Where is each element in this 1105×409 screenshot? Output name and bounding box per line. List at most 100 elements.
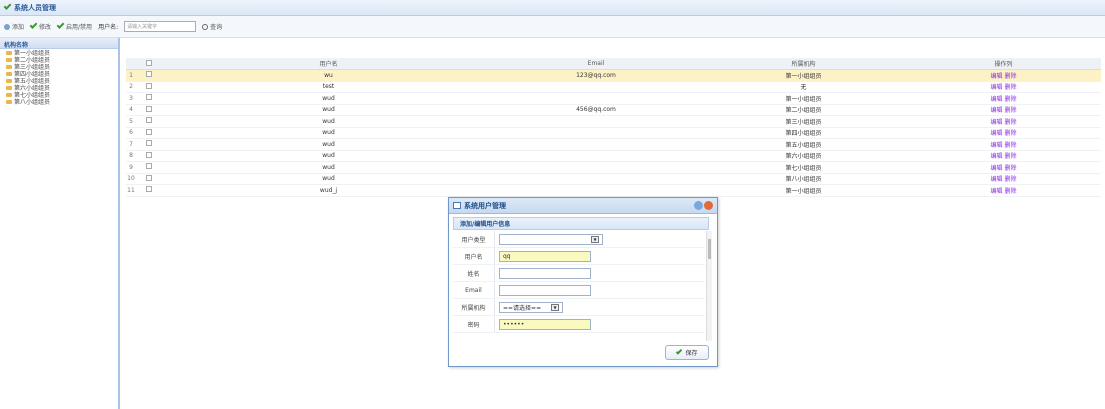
table-row[interactable]: 2 test 无 编辑 删除 [126, 82, 1101, 93]
cell-ops-links[interactable]: 编辑 删除 [906, 82, 1101, 91]
table-row[interactable]: 11 wud_j 第一小组组员 编辑 删除 [126, 185, 1101, 197]
edit-icon [29, 21, 38, 29]
row-checkbox[interactable] [136, 71, 166, 79]
search-icon [202, 23, 209, 30]
row-number: 9 [129, 163, 133, 171]
row-number: 2 [129, 83, 133, 91]
table-row[interactable]: 3 wud 第一小组组员 编辑 删除 [126, 93, 1101, 105]
table-row[interactable]: 8 wud 第六小组组员 编辑 删除 [126, 151, 1101, 162]
folder-icon [6, 57, 12, 62]
cell-org: 第四小组组员 [785, 130, 822, 138]
dialog-titlebar[interactable]: 系统用户管理 [449, 198, 717, 214]
cell-email: 123@qq.com [576, 71, 616, 79]
cell-org: 第一小组组员 [785, 95, 822, 103]
enable-disable-button[interactable]: 启用/禁用 [56, 21, 92, 31]
cell-org: 无 [800, 84, 807, 92]
edit-button-label: 修改 [39, 24, 52, 31]
cell-org: 第六小组组员 [785, 153, 822, 161]
cell-org: 第一小组组员 [785, 72, 822, 80]
cell-username: wud [322, 152, 335, 160]
password-field[interactable]: •••••• [499, 318, 591, 330]
close-icon[interactable] [704, 201, 713, 210]
row-number: 7 [129, 140, 133, 148]
row-checkbox[interactable] [136, 105, 166, 114]
folder-icon [6, 50, 12, 55]
search-button-label: 查询 [210, 24, 223, 31]
dialog-section-title: 添加/编辑用户信息 [453, 217, 709, 230]
username-field[interactable]: qq [499, 250, 591, 262]
col-header-ops: 操作列 [994, 61, 1013, 68]
col-header-org[interactable]: 所属机构 [701, 59, 906, 68]
row-checkbox[interactable] [136, 140, 166, 148]
row-number: 1 [129, 71, 133, 79]
folder-icon [6, 85, 12, 90]
table-row[interactable]: 4 wud 456@qq.com 第二小组组员 编辑 删除 [126, 105, 1101, 116]
row-checkbox[interactable] [136, 94, 166, 102]
search-button[interactable]: 查询 [202, 22, 222, 31]
cell-ops-links[interactable]: 编辑 删除 [906, 128, 1101, 137]
user-type-select[interactable]: ▼ [499, 233, 603, 245]
org-tree-sidebar: 机构名称 第一小组组员 第二小组组员 第三小组组员 第四小组组员 第五小组组员 第六小组组… [0, 38, 120, 409]
select-all-checkbox[interactable] [136, 59, 166, 68]
dialog-title: 系统用户管理 [464, 201, 506, 210]
table-row[interactable]: 5 wud 第三小组组员 编辑 删除 [126, 116, 1101, 128]
cell-org: 第一小组组员 [785, 187, 822, 195]
row-checkbox[interactable] [136, 186, 166, 194]
cell-ops-links[interactable]: 编辑 删除 [906, 140, 1101, 149]
row-checkbox[interactable] [136, 151, 166, 160]
table-header: 用户名 Email 所属机构 操作列 [126, 58, 1101, 70]
cell-username: wud [322, 117, 335, 125]
folder-icon [6, 71, 12, 76]
row-checkbox[interactable] [136, 82, 166, 91]
cell-username: wud [322, 106, 335, 114]
sidebar-item-label: 第八小组组员 [14, 99, 51, 106]
add-button[interactable]: 添加 [4, 22, 24, 31]
row-checkbox[interactable] [136, 163, 166, 171]
folder-icon [6, 92, 12, 97]
cell-username: wu [324, 71, 333, 79]
cell-org: 第五小组组员 [785, 141, 822, 149]
minimize-icon[interactable] [694, 201, 703, 210]
col-header-email[interactable]: Email [491, 60, 701, 67]
dialog-scrollbar[interactable] [706, 231, 712, 341]
edit-button[interactable]: 修改 [29, 21, 52, 31]
row-number: 6 [129, 129, 133, 137]
chevron-down-icon[interactable]: ▼ [551, 303, 559, 311]
user-type-label: 用户类型 [453, 231, 495, 247]
cell-org: 第二小组组员 [785, 107, 822, 115]
table-row[interactable]: 1 wu 123@qq.com 第一小组组员 编辑 删除 [126, 70, 1101, 82]
row-number: 11 [127, 186, 135, 194]
username-filter-label: 用户名: [98, 24, 119, 31]
username-label: 用户名 [453, 248, 495, 264]
cell-username: wud [322, 140, 335, 148]
email-field[interactable] [499, 284, 591, 296]
col-header-username[interactable]: 用户名 [166, 59, 491, 68]
username-search-input[interactable]: 请输入关键字 [124, 21, 197, 32]
row-checkbox[interactable] [136, 174, 166, 183]
cell-email: 456@qq.com [576, 106, 616, 114]
sidebar-item[interactable]: 第八小组组员 [0, 98, 118, 106]
cell-ops-links[interactable]: 编辑 删除 [906, 163, 1101, 172]
cell-ops-links[interactable]: 编辑 删除 [906, 105, 1101, 114]
table-row[interactable]: 7 wud 第五小组组员 编辑 删除 [126, 139, 1101, 151]
email-label: Email [453, 282, 495, 298]
cell-ops-links[interactable]: 编辑 删除 [906, 117, 1101, 126]
realname-label: 姓名 [453, 265, 495, 281]
cell-ops-links[interactable]: 编辑 删除 [906, 94, 1101, 103]
cell-ops-links[interactable]: 编辑 删除 [906, 151, 1101, 160]
row-checkbox[interactable] [136, 117, 166, 125]
org-select[interactable]: ==请选择== ▼ [499, 301, 563, 313]
row-checkbox[interactable] [136, 128, 166, 137]
cell-username: wud [322, 175, 335, 183]
table-row[interactable]: 6 wud 第四小组组员 编辑 删除 [126, 128, 1101, 139]
save-button[interactable]: 保存 [665, 345, 709, 360]
user-table: 用户名 Email 所属机构 操作列 1 wu 123@qq.com 第一小组组员 编辑… [126, 58, 1101, 197]
table-row[interactable]: 9 wud 第七小组组员 编辑 删除 [126, 162, 1101, 174]
realname-field[interactable] [499, 267, 591, 279]
table-row[interactable]: 10 wud 第八小组组员 编辑 删除 [126, 174, 1101, 185]
cell-ops-links[interactable]: 编辑 删除 [906, 186, 1101, 195]
cell-ops-links[interactable]: 编辑 删除 [906, 71, 1101, 80]
cell-username: wud [322, 94, 335, 102]
cell-ops-links[interactable]: 编辑 删除 [906, 174, 1101, 183]
chevron-down-icon[interactable]: ▼ [591, 235, 599, 243]
